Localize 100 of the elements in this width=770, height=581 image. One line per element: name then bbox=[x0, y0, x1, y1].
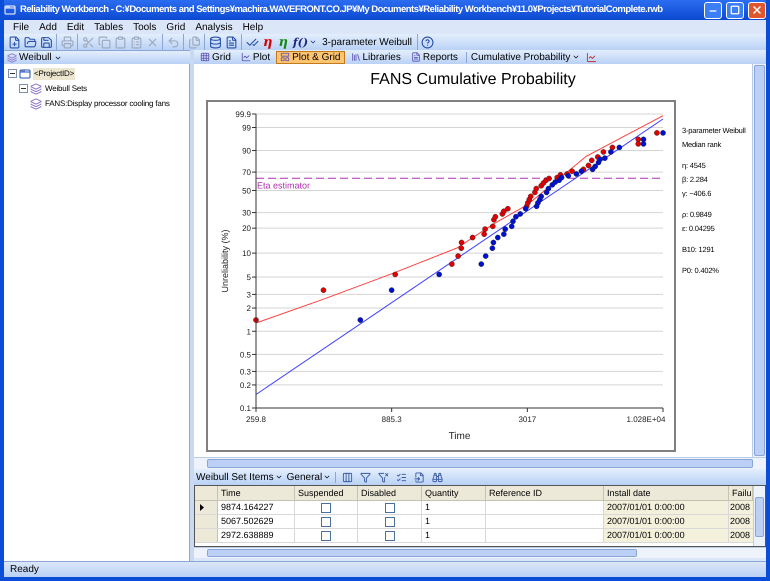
help-button[interactable] bbox=[420, 34, 436, 50]
axis-tick-label: 10 bbox=[242, 249, 251, 258]
new-file-icon bbox=[8, 36, 20, 48]
menu-item[interactable]: Tools bbox=[130, 20, 160, 34]
columns-button[interactable] bbox=[340, 470, 354, 484]
menu-item[interactable]: File bbox=[10, 20, 32, 34]
binoculars-button[interactable] bbox=[430, 470, 444, 484]
column-header[interactable]: Time bbox=[218, 486, 295, 500]
database-button[interactable] bbox=[207, 34, 223, 50]
eta-button[interactable]: η bbox=[260, 36, 276, 48]
grid-dropdown[interactable]: Weibull Set Items bbox=[196, 470, 283, 484]
column-header[interactable]: Quantity bbox=[422, 486, 486, 500]
clear-filter-button[interactable] bbox=[376, 470, 390, 484]
horizontal-scrollbar[interactable] bbox=[194, 457, 766, 469]
table-cell: 9874.164227 bbox=[218, 501, 295, 514]
caret-icon bbox=[323, 473, 332, 481]
double-check-icon bbox=[246, 36, 258, 48]
vertical-scrollbar[interactable] bbox=[752, 64, 766, 457]
line-chart-icon bbox=[240, 52, 251, 62]
binoculars-icon bbox=[432, 472, 443, 482]
status-text: Ready bbox=[10, 563, 39, 577]
collapse-toggle[interactable] bbox=[19, 84, 28, 93]
stack-icon bbox=[7, 52, 17, 62]
grid-vertical-scrollbar[interactable] bbox=[753, 486, 765, 546]
maximize-button[interactable] bbox=[726, 2, 744, 18]
minimize-button[interactable] bbox=[704, 2, 722, 18]
tree-item[interactable]: FANS:Display processor cooling fans bbox=[44, 98, 171, 110]
axis-tick-label: 3017 bbox=[518, 415, 536, 424]
import-icon bbox=[414, 472, 425, 482]
window-title: Reliability Workbench - C:¥Documents and Settings¥machira.WAVEFRONT.CO.JP¥My Documents¥Reliability Workbench¥11.0¥Projects¥TutorialComplete.rwb bbox=[20, 2, 664, 17]
checklist-icon bbox=[396, 472, 407, 482]
help-icon bbox=[421, 36, 434, 48]
menu-item[interactable]: Tables bbox=[91, 20, 126, 34]
menu-item[interactable]: Help bbox=[240, 20, 266, 34]
distribution-label: 3-parameter Weibull bbox=[321, 36, 413, 50]
table-cell: 2008 bbox=[729, 515, 753, 528]
checkbox[interactable] bbox=[321, 516, 331, 526]
copy-icon bbox=[98, 36, 110, 48]
row-header[interactable] bbox=[195, 501, 218, 514]
filter-button[interactable] bbox=[358, 470, 372, 484]
checkbox[interactable] bbox=[384, 516, 394, 526]
delete-icon bbox=[146, 36, 158, 48]
columns-icon bbox=[342, 472, 353, 482]
grid-horizontal-scrollbar[interactable] bbox=[194, 547, 766, 558]
view-tab[interactable]: Libraries bbox=[346, 50, 405, 64]
axis-tick-label: 30 bbox=[242, 208, 251, 218]
document-icon bbox=[224, 36, 238, 48]
checkbox[interactable] bbox=[384, 530, 394, 540]
collapse-toggle[interactable] bbox=[8, 69, 17, 78]
reference-line-label: Eta estimator bbox=[257, 180, 310, 190]
table-cell: 1 bbox=[422, 501, 486, 514]
menu-item[interactable]: Edit bbox=[64, 20, 88, 34]
table-cell: 1 bbox=[422, 529, 486, 542]
maximize-icon bbox=[730, 5, 740, 15]
table-cell: 1 bbox=[422, 515, 486, 528]
minus-icon bbox=[10, 71, 15, 76]
grid-icon bbox=[200, 52, 210, 62]
stack-icon bbox=[30, 98, 42, 110]
import-button[interactable] bbox=[412, 470, 426, 484]
books-icon bbox=[350, 52, 360, 62]
checkbox[interactable] bbox=[321, 530, 331, 540]
axis-tick-label: 259.8 bbox=[246, 415, 266, 424]
axis-tick-label: 3 bbox=[246, 290, 251, 300]
menu-item[interactable]: Grid bbox=[163, 20, 188, 34]
clipboard-list-icon bbox=[130, 36, 142, 48]
table-cell: 2008 bbox=[729, 501, 753, 514]
stack-icon bbox=[30, 82, 42, 94]
view-tab[interactable]: Plot bbox=[236, 50, 274, 64]
grid-dropdown[interactable]: General bbox=[286, 470, 332, 484]
function-dropdown[interactable]: f() bbox=[290, 36, 320, 48]
caret-icon bbox=[572, 53, 580, 61]
table-cell: 5067.502629 bbox=[218, 515, 295, 528]
axis-tick-label: 70 bbox=[242, 168, 251, 178]
column-header[interactable]: Install date bbox=[604, 486, 729, 500]
close-button[interactable] bbox=[748, 2, 766, 18]
checkbox[interactable] bbox=[321, 502, 331, 512]
axis-tick-label: 0.2 bbox=[240, 380, 251, 390]
save-icon bbox=[40, 36, 52, 48]
view-tab[interactable]: Plot & Grid bbox=[276, 50, 344, 64]
axis-tick-label: 50 bbox=[242, 186, 251, 196]
window-icon bbox=[19, 68, 31, 80]
table-cell: 2007/01/01 0:00:00 bbox=[604, 529, 729, 542]
menu-item[interactable]: Analysis bbox=[192, 20, 236, 34]
view-tab[interactable]: Reports bbox=[406, 50, 462, 64]
module-dropdown[interactable]: Weibull bbox=[7, 50, 62, 65]
view-tab[interactable]: Grid bbox=[196, 50, 235, 64]
column-header[interactable]: Reference ID bbox=[486, 486, 604, 500]
folder-button[interactable] bbox=[22, 34, 38, 50]
column-header[interactable]: Disabled bbox=[358, 486, 422, 500]
tree-item[interactable]: <ProjectID> bbox=[33, 68, 76, 80]
save-button[interactable] bbox=[38, 34, 54, 50]
filter-icon bbox=[360, 472, 371, 482]
folder-icon bbox=[24, 36, 36, 48]
axis-tick-label: 99.9 bbox=[235, 110, 251, 119]
table-cell: 2008 bbox=[729, 529, 753, 542]
checkbox[interactable] bbox=[384, 502, 394, 512]
table-cell: 2007/01/01 0:00:00 bbox=[604, 515, 729, 528]
menu-item[interactable]: Add bbox=[36, 20, 60, 34]
tree-item[interactable]: Weibull Sets bbox=[44, 82, 88, 94]
column-header[interactable]: Suspended bbox=[295, 486, 358, 500]
